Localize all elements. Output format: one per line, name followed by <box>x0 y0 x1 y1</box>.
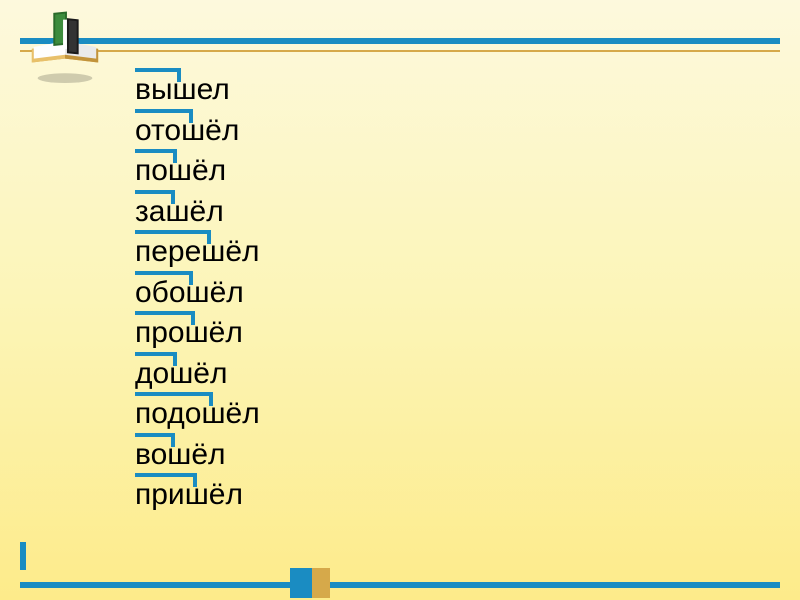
prefix-bracket-icon <box>135 271 193 285</box>
accent-blue-bar <box>290 568 312 598</box>
top-divider-gold <box>20 50 780 52</box>
prefix-bracket-icon <box>135 149 177 163</box>
bottom-accent <box>290 568 360 598</box>
prefix-bracket-icon <box>135 230 211 244</box>
prefix-bracket-icon <box>135 473 197 487</box>
list-item: зашёл <box>135 192 260 233</box>
prefix-bracket-icon <box>135 311 195 325</box>
list-item: пошёл <box>135 151 260 192</box>
prefix-bracket-icon <box>135 109 193 123</box>
list-item: вышел <box>135 70 260 111</box>
bottom-divider <box>20 582 780 588</box>
prefix-bracket-icon <box>135 190 175 204</box>
list-item: обошёл <box>135 273 260 314</box>
list-item: дошёл <box>135 354 260 395</box>
list-item: отошёл <box>135 111 260 152</box>
list-item: подошёл <box>135 394 260 435</box>
top-divider <box>20 38 780 44</box>
list-item: перешёл <box>135 232 260 273</box>
word-list: вышел отошёл пошёл зашёл перешёл обошёл … <box>135 70 260 516</box>
prefix-bracket-icon <box>135 392 213 406</box>
accent-gold-bar <box>312 568 330 598</box>
prefix-bracket-icon <box>135 68 181 82</box>
books-icon <box>26 6 104 84</box>
left-tick <box>20 542 26 570</box>
list-item: прошёл <box>135 313 260 354</box>
prefix-bracket-icon <box>135 352 177 366</box>
list-item: вошёл <box>135 435 260 476</box>
list-item: пришёл <box>135 475 260 516</box>
prefix-bracket-icon <box>135 433 175 447</box>
